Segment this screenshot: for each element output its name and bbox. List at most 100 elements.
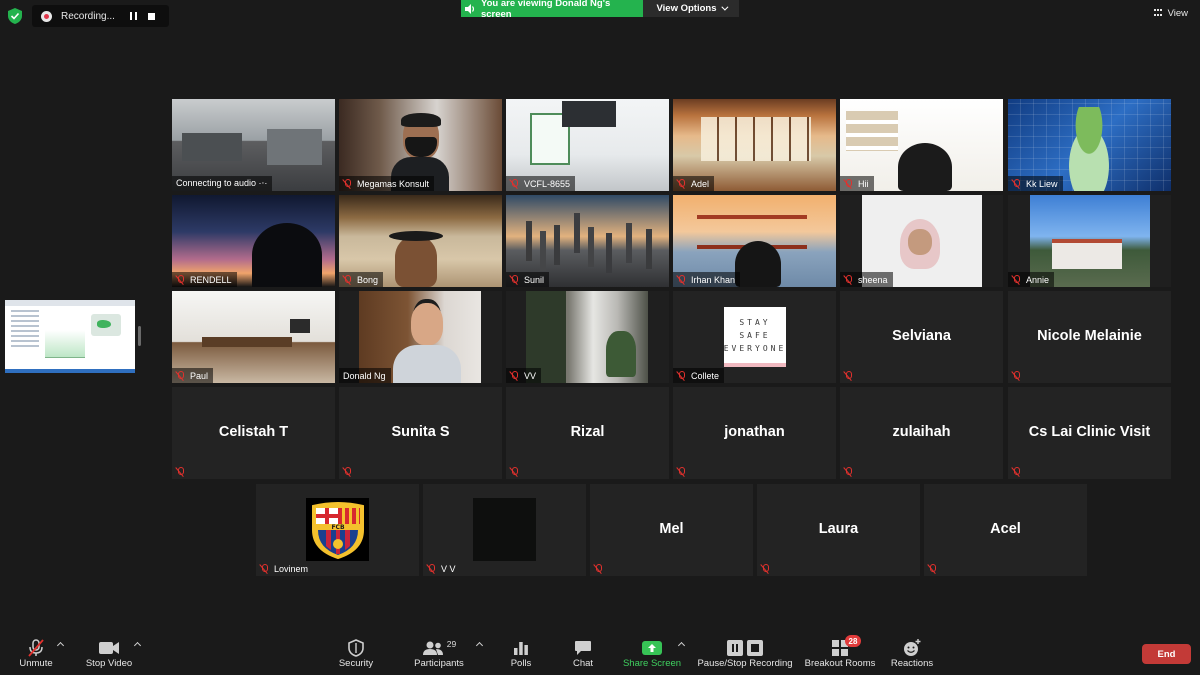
participant-tile[interactable]: Nicole Melainie [1008,291,1171,383]
sign-word: SAFE [739,330,771,340]
chat-bubble-icon [575,641,591,655]
participants-options-caret[interactable] [475,641,484,650]
participant-name: Megamas Konsult [357,178,430,189]
participant-display-name: Celistah T [218,424,289,440]
stop-icon [147,12,155,20]
participant-tile[interactable]: RENDELL [172,195,335,287]
shared-screen-thumbnail[interactable] [5,300,135,373]
pause-stop-recording-label: Pause/Stop Recording [697,658,793,669]
participant-tile[interactable]: Connecting to audio ·‧· [172,99,335,191]
stop-video-button[interactable]: Stop Video [83,638,135,674]
pause-stop-recording-button[interactable]: Pause/Stop Recording [696,638,794,674]
participant-tile[interactable]: Paul [172,291,335,383]
participant-tile[interactable]: Megamas Konsult [339,99,502,191]
video-options-caret[interactable] [133,641,142,650]
participant-tile[interactable]: VV [506,291,669,383]
participant-tile[interactable]: Kk Liew [1008,99,1171,191]
muted-microphone-icon [510,178,518,189]
participant-name-tag: Connecting to audio ·‧· [172,176,273,191]
participant-display-name: Sunita S [391,424,450,440]
participant-name-tag [673,464,696,479]
participant-name-tag [1008,368,1031,383]
participant-tile[interactable]: Donald Ng [339,291,502,383]
participant-display-name: Rizal [570,424,605,440]
thumbnail-resize-handle[interactable] [138,326,141,346]
participant-name-tag: RENDELL [172,272,237,287]
participant-name: V V [441,563,456,574]
participant-tile[interactable]: Sunil [506,195,669,287]
participant-name: Irhan Khan [691,274,736,285]
profile-picture-avatar [473,498,536,561]
share-screen-button[interactable]: Share Screen [622,638,682,674]
reactions-button[interactable]: Reactions [888,638,936,674]
participant-name-tag: Adel [673,176,715,191]
muted-microphone-icon [510,274,518,285]
participant-tile[interactable]: zulaihah [840,387,1003,479]
participants-button[interactable]: 29 Participants [411,638,467,674]
participant-name: RENDELL [190,274,232,285]
chat-button[interactable]: Chat [568,638,598,674]
participant-tile[interactable]: Sunita S [339,387,502,479]
participant-tile[interactable]: Annie [1008,195,1171,287]
reactions-smiley-icon [904,639,921,656]
polls-button[interactable]: Polls [505,638,537,674]
participant-tile[interactable]: Irhan Khan [673,195,836,287]
viewing-screen-banner: You are viewing Donald Ng's screen [461,0,643,20]
participant-name-tag [590,561,613,576]
participant-tile[interactable]: STAY SAFE EVERYONE Collete [673,291,836,383]
participant-tile[interactable]: Adel [673,99,836,191]
encryption-shield-icon[interactable] [8,8,22,24]
muted-microphone-icon [510,466,518,477]
participant-name-tag: Donald Ng [339,368,391,383]
participant-name: Collete [691,370,720,381]
unmute-button[interactable]: Unmute [14,638,58,674]
participant-name-tag: Lovinem [256,561,313,576]
participant-tile[interactable]: V V [423,484,586,576]
participant-display-name: Acel [990,521,1021,537]
muted-microphone-icon [343,274,351,285]
participant-tile[interactable]: sheena [840,195,1003,287]
participant-tile[interactable]: Celistah T [172,387,335,479]
breakout-rooms-button[interactable]: 28 Breakout Rooms [803,635,877,674]
participant-tile[interactable]: FCB Lovinem [256,484,419,576]
participant-tile[interactable]: VCFL-8655 [506,99,669,191]
participant-display-name: Mel [659,521,684,537]
muted-microphone-icon [761,563,769,574]
reactions-label: Reactions [890,658,934,669]
view-options-button[interactable]: View Options [643,0,739,17]
participant-tile[interactable]: Acel [924,484,1087,576]
participant-tile[interactable]: Hii [840,99,1003,191]
pause-recording-button[interactable] [127,10,139,22]
view-options-label: View Options [656,3,717,14]
participant-name-tag: Irhan Khan [673,272,741,287]
participant-tile[interactable]: Selviana [840,291,1003,383]
participants-label: Participants [414,658,464,669]
muted-microphone-icon [677,274,685,285]
fcb-crest-avatar: FCB [306,498,369,561]
pause-icon [129,12,137,20]
security-button[interactable]: Security [335,638,377,674]
video-camera-icon [99,642,119,654]
viewing-banner-text: You are viewing Donald Ng's screen [480,0,611,20]
audio-options-caret[interactable] [56,641,65,650]
view-layout-button[interactable]: View [1153,8,1188,19]
participant-tile[interactable]: Bong [339,195,502,287]
sign-word: EVERYONE [723,343,787,353]
participant-tile[interactable]: Rizal [506,387,669,479]
muted-microphone-icon [677,466,685,477]
participant-name-tag [1008,464,1031,479]
pause-stop-recording-icon [727,640,763,656]
recording-dot-icon [41,10,52,22]
participant-tile[interactable]: jonathan [673,387,836,479]
participant-tile[interactable]: Mel [590,484,753,576]
participant-tile[interactable]: Laura [757,484,920,576]
recording-label: Recording... [61,10,115,22]
muted-microphone-icon [844,178,852,189]
muted-microphone-icon [343,466,351,477]
muted-microphone-icon [176,466,184,477]
end-meeting-button[interactable]: End [1142,644,1191,664]
participant-tile[interactable]: Cs Lai Clinic Visit [1008,387,1171,479]
unmute-label: Unmute [19,658,53,669]
participant-name: Kk Liew [1026,178,1058,189]
stop-recording-button[interactable] [145,10,157,22]
